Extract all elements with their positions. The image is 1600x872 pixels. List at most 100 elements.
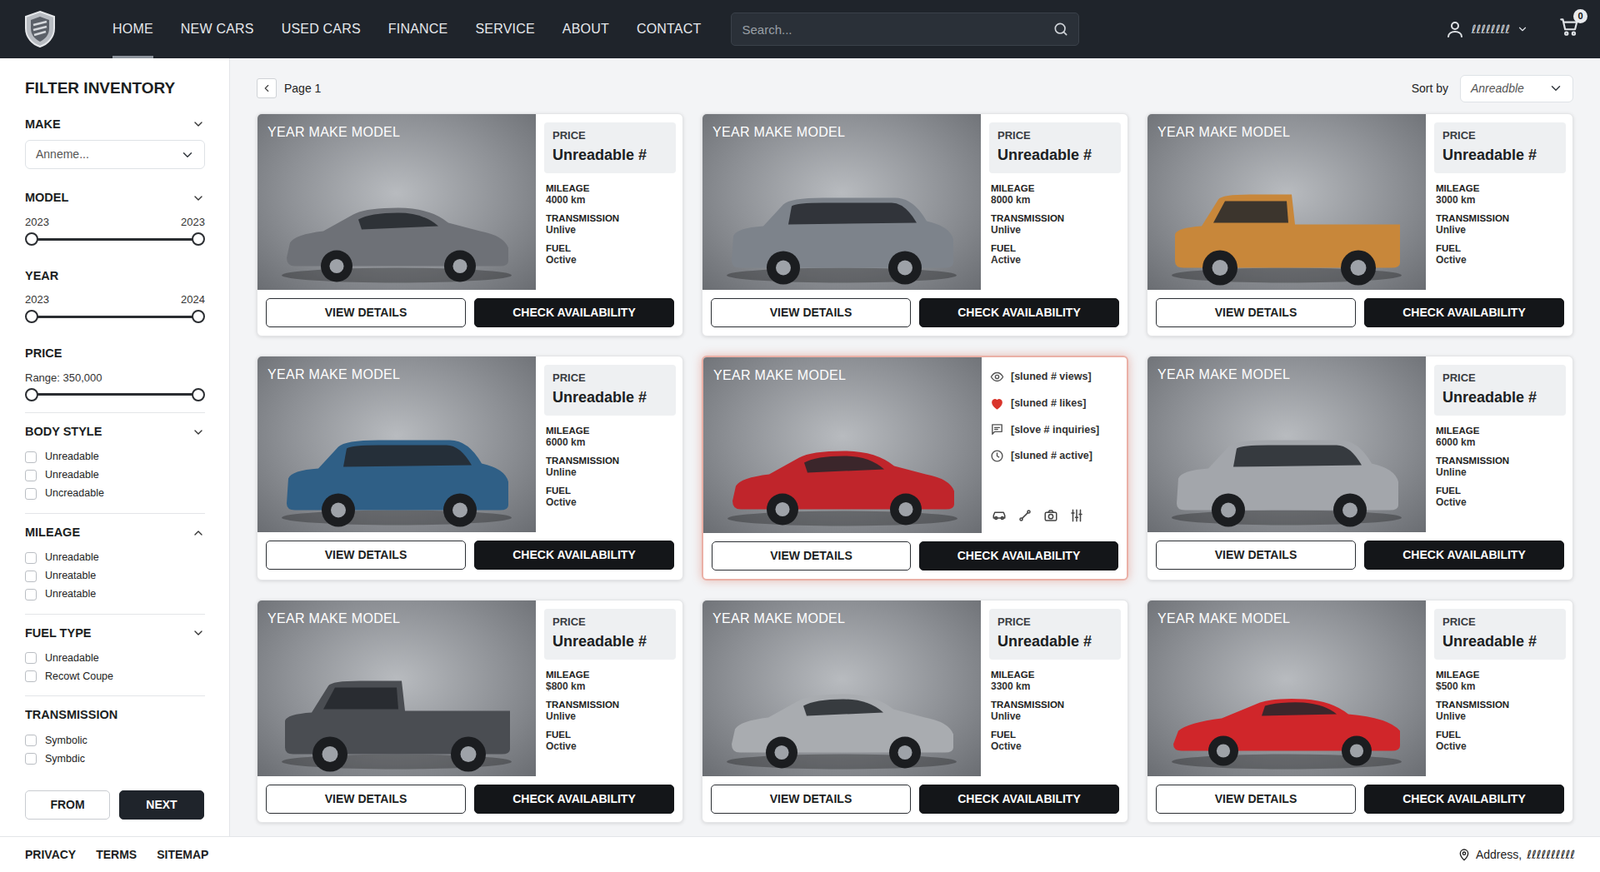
checkbox[interactable] — [25, 570, 37, 583]
filter-option[interactable]: Unreadable — [25, 549, 205, 568]
car-photo[interactable]: YEAR MAKE MODEL — [702, 600, 981, 777]
check-availability-button[interactable]: CHECK AVAILABILITY — [474, 298, 675, 328]
car-photo[interactable]: YEAR MAKE MODEL — [702, 114, 981, 290]
slider-track[interactable] — [31, 315, 199, 319]
camera-icon[interactable] — [1043, 508, 1059, 524]
nav-link[interactable]: SERVICE — [475, 0, 535, 59]
nav-link[interactable]: FINANCE — [388, 0, 449, 59]
make-select[interactable]: Anneme... — [25, 140, 205, 170]
search-icon[interactable] — [1052, 20, 1070, 38]
user-menu[interactable]: ℓℓℓℓℓℓℓℓ — [1445, 19, 1529, 40]
car-card[interactable]: YEAR MAKE MODELPRICEUnreadable #MILEAGE3… — [701, 600, 1129, 824]
car-card[interactable]: YEAR MAKE MODELPRICEUnreadable #MILEAGE8… — [701, 113, 1129, 337]
checkbox[interactable] — [25, 552, 37, 565]
sort-select[interactable]: Anreadble — [1460, 75, 1574, 103]
nav-link[interactable]: CONTACT — [636, 0, 702, 59]
cart-button[interactable]: 0 — [1558, 15, 1580, 44]
car-photo[interactable]: YEAR MAKE MODEL — [1147, 600, 1426, 777]
nav-link[interactable]: ABOUT — [562, 0, 610, 59]
car-card[interactable]: YEAR MAKE MODELPRICEUnreadable #MILEAGE3… — [1146, 113, 1574, 337]
slider-handle[interactable] — [25, 388, 39, 402]
filter-option[interactable]: Unreadable — [25, 649, 205, 668]
filter-option[interactable]: Unreadable — [25, 466, 205, 485]
filter-option[interactable]: Recowt Coupe — [25, 667, 205, 686]
view-details-button[interactable]: VIEW DETAILS — [710, 785, 911, 815]
sliders-icon[interactable] — [1069, 508, 1085, 524]
check-availability-button[interactable]: CHECK AVAILABILITY — [1364, 785, 1565, 815]
car-photo[interactable]: YEAR MAKE MODEL — [257, 356, 536, 533]
footer-link[interactable]: TERMS — [95, 846, 137, 865]
chevron-down-icon[interactable] — [1516, 23, 1529, 35]
filter-from-button[interactable]: FROM — [25, 790, 110, 820]
checkbox[interactable] — [25, 451, 37, 464]
checkbox[interactable] — [25, 589, 37, 601]
car-card[interactable]: YEAR MAKE MODELPRICEUnreadable #MILEAGE6… — [1146, 355, 1574, 581]
car-icon[interactable] — [991, 508, 1007, 524]
user-icon[interactable] — [1445, 19, 1465, 40]
user-name[interactable]: ℓℓℓℓℓℓℓℓ — [1471, 20, 1510, 39]
checkbox[interactable] — [25, 735, 37, 747]
slider-handle[interactable] — [25, 232, 39, 246]
filter-option[interactable]: Symbdic — [25, 750, 205, 769]
checkbox[interactable] — [25, 753, 37, 765]
check-availability-button[interactable]: CHECK AVAILABILITY — [919, 541, 1119, 571]
view-details-button[interactable]: VIEW DETAILS — [265, 298, 466, 328]
checkbox[interactable] — [25, 652, 37, 665]
filter-header[interactable]: MILEAGE — [25, 524, 205, 543]
filter-option[interactable]: Uncreadable — [25, 485, 205, 504]
footer-link[interactable]: PRIVACY — [25, 846, 76, 865]
car-card[interactable]: YEAR MAKE MODELPRICEUnreadable #MILEAGE$… — [1146, 600, 1574, 824]
checkbox[interactable] — [25, 488, 37, 500]
car-card[interactable]: YEAR MAKE MODELPRICEUnreadable #MILEAGE4… — [256, 113, 684, 337]
view-details-button[interactable]: VIEW DETAILS — [710, 298, 911, 328]
check-availability-button[interactable]: CHECK AVAILABILITY — [474, 540, 675, 570]
chevron-down-icon[interactable] — [191, 425, 205, 440]
filter-header[interactable]: FUEL TYPE — [25, 625, 205, 644]
slider-handle[interactable] — [191, 388, 205, 402]
car-photo[interactable]: YEAR MAKE MODEL — [257, 114, 536, 290]
slider-track[interactable] — [31, 393, 199, 396]
check-availability-button[interactable]: CHECK AVAILABILITY — [1364, 298, 1565, 328]
chevron-down-icon[interactable] — [191, 626, 205, 640]
view-details-button[interactable]: VIEW DETAILS — [711, 541, 911, 571]
chevron-up-icon[interactable] — [191, 526, 205, 540]
checkbox[interactable] — [25, 670, 37, 683]
slider-track[interactable] — [31, 238, 199, 241]
slider-handle[interactable] — [191, 232, 205, 246]
check-availability-button[interactable]: CHECK AVAILABILITY — [919, 785, 1120, 815]
car-card[interactable]: YEAR MAKE MODELPRICEUnreadable #MILEAGE$… — [256, 600, 684, 824]
filter-header[interactable]: MAKE — [25, 115, 205, 135]
car-photo[interactable]: YEAR MAKE MODEL — [1147, 356, 1426, 533]
car-photo[interactable]: YEAR MAKE MODEL — [1147, 114, 1426, 290]
view-details-button[interactable]: VIEW DETAILS — [1155, 785, 1356, 815]
footer-link[interactable]: SITEMAP — [156, 846, 209, 865]
logo-shield-icon[interactable] — [23, 10, 57, 49]
slider-handle[interactable] — [25, 310, 39, 324]
share-icon[interactable] — [1017, 508, 1033, 524]
search-input[interactable] — [730, 12, 1080, 46]
chevron-down-icon[interactable] — [191, 117, 205, 131]
chevron-left-icon[interactable] — [260, 82, 273, 95]
chevron-down-icon[interactable] — [191, 191, 205, 205]
view-details-button[interactable]: VIEW DETAILS — [265, 540, 466, 570]
check-availability-button[interactable]: CHECK AVAILABILITY — [474, 785, 675, 815]
check-availability-button[interactable]: CHECK AVAILABILITY — [919, 298, 1120, 328]
view-details-button[interactable]: VIEW DETAILS — [1155, 298, 1356, 328]
checkbox[interactable] — [25, 470, 37, 482]
nav-link[interactable]: HOME — [112, 0, 154, 59]
filter-option[interactable]: Unreatable — [25, 567, 205, 586]
filter-option[interactable]: Symbolic — [25, 731, 205, 750]
car-card[interactable]: YEAR MAKE MODEL[sluned # views][sluned #… — [701, 355, 1129, 581]
view-details-button[interactable]: VIEW DETAILS — [1155, 540, 1356, 570]
car-card[interactable]: YEAR MAKE MODELPRICEUnreadable #MILEAGE6… — [256, 355, 684, 581]
car-photo[interactable]: YEAR MAKE MODEL — [703, 357, 982, 534]
filter-header[interactable]: MODEL — [25, 189, 205, 208]
filter-header[interactable]: BODY STYLE — [25, 423, 205, 442]
nav-link[interactable]: NEW CARS — [180, 0, 255, 59]
car-photo[interactable]: YEAR MAKE MODEL — [257, 600, 536, 777]
slider-handle[interactable] — [191, 310, 205, 324]
view-details-button[interactable]: VIEW DETAILS — [265, 785, 466, 815]
check-availability-button[interactable]: CHECK AVAILABILITY — [1364, 540, 1565, 570]
filter-next-button[interactable]: NEXT — [119, 790, 205, 820]
filter-option[interactable]: Unreatable — [25, 585, 205, 605]
